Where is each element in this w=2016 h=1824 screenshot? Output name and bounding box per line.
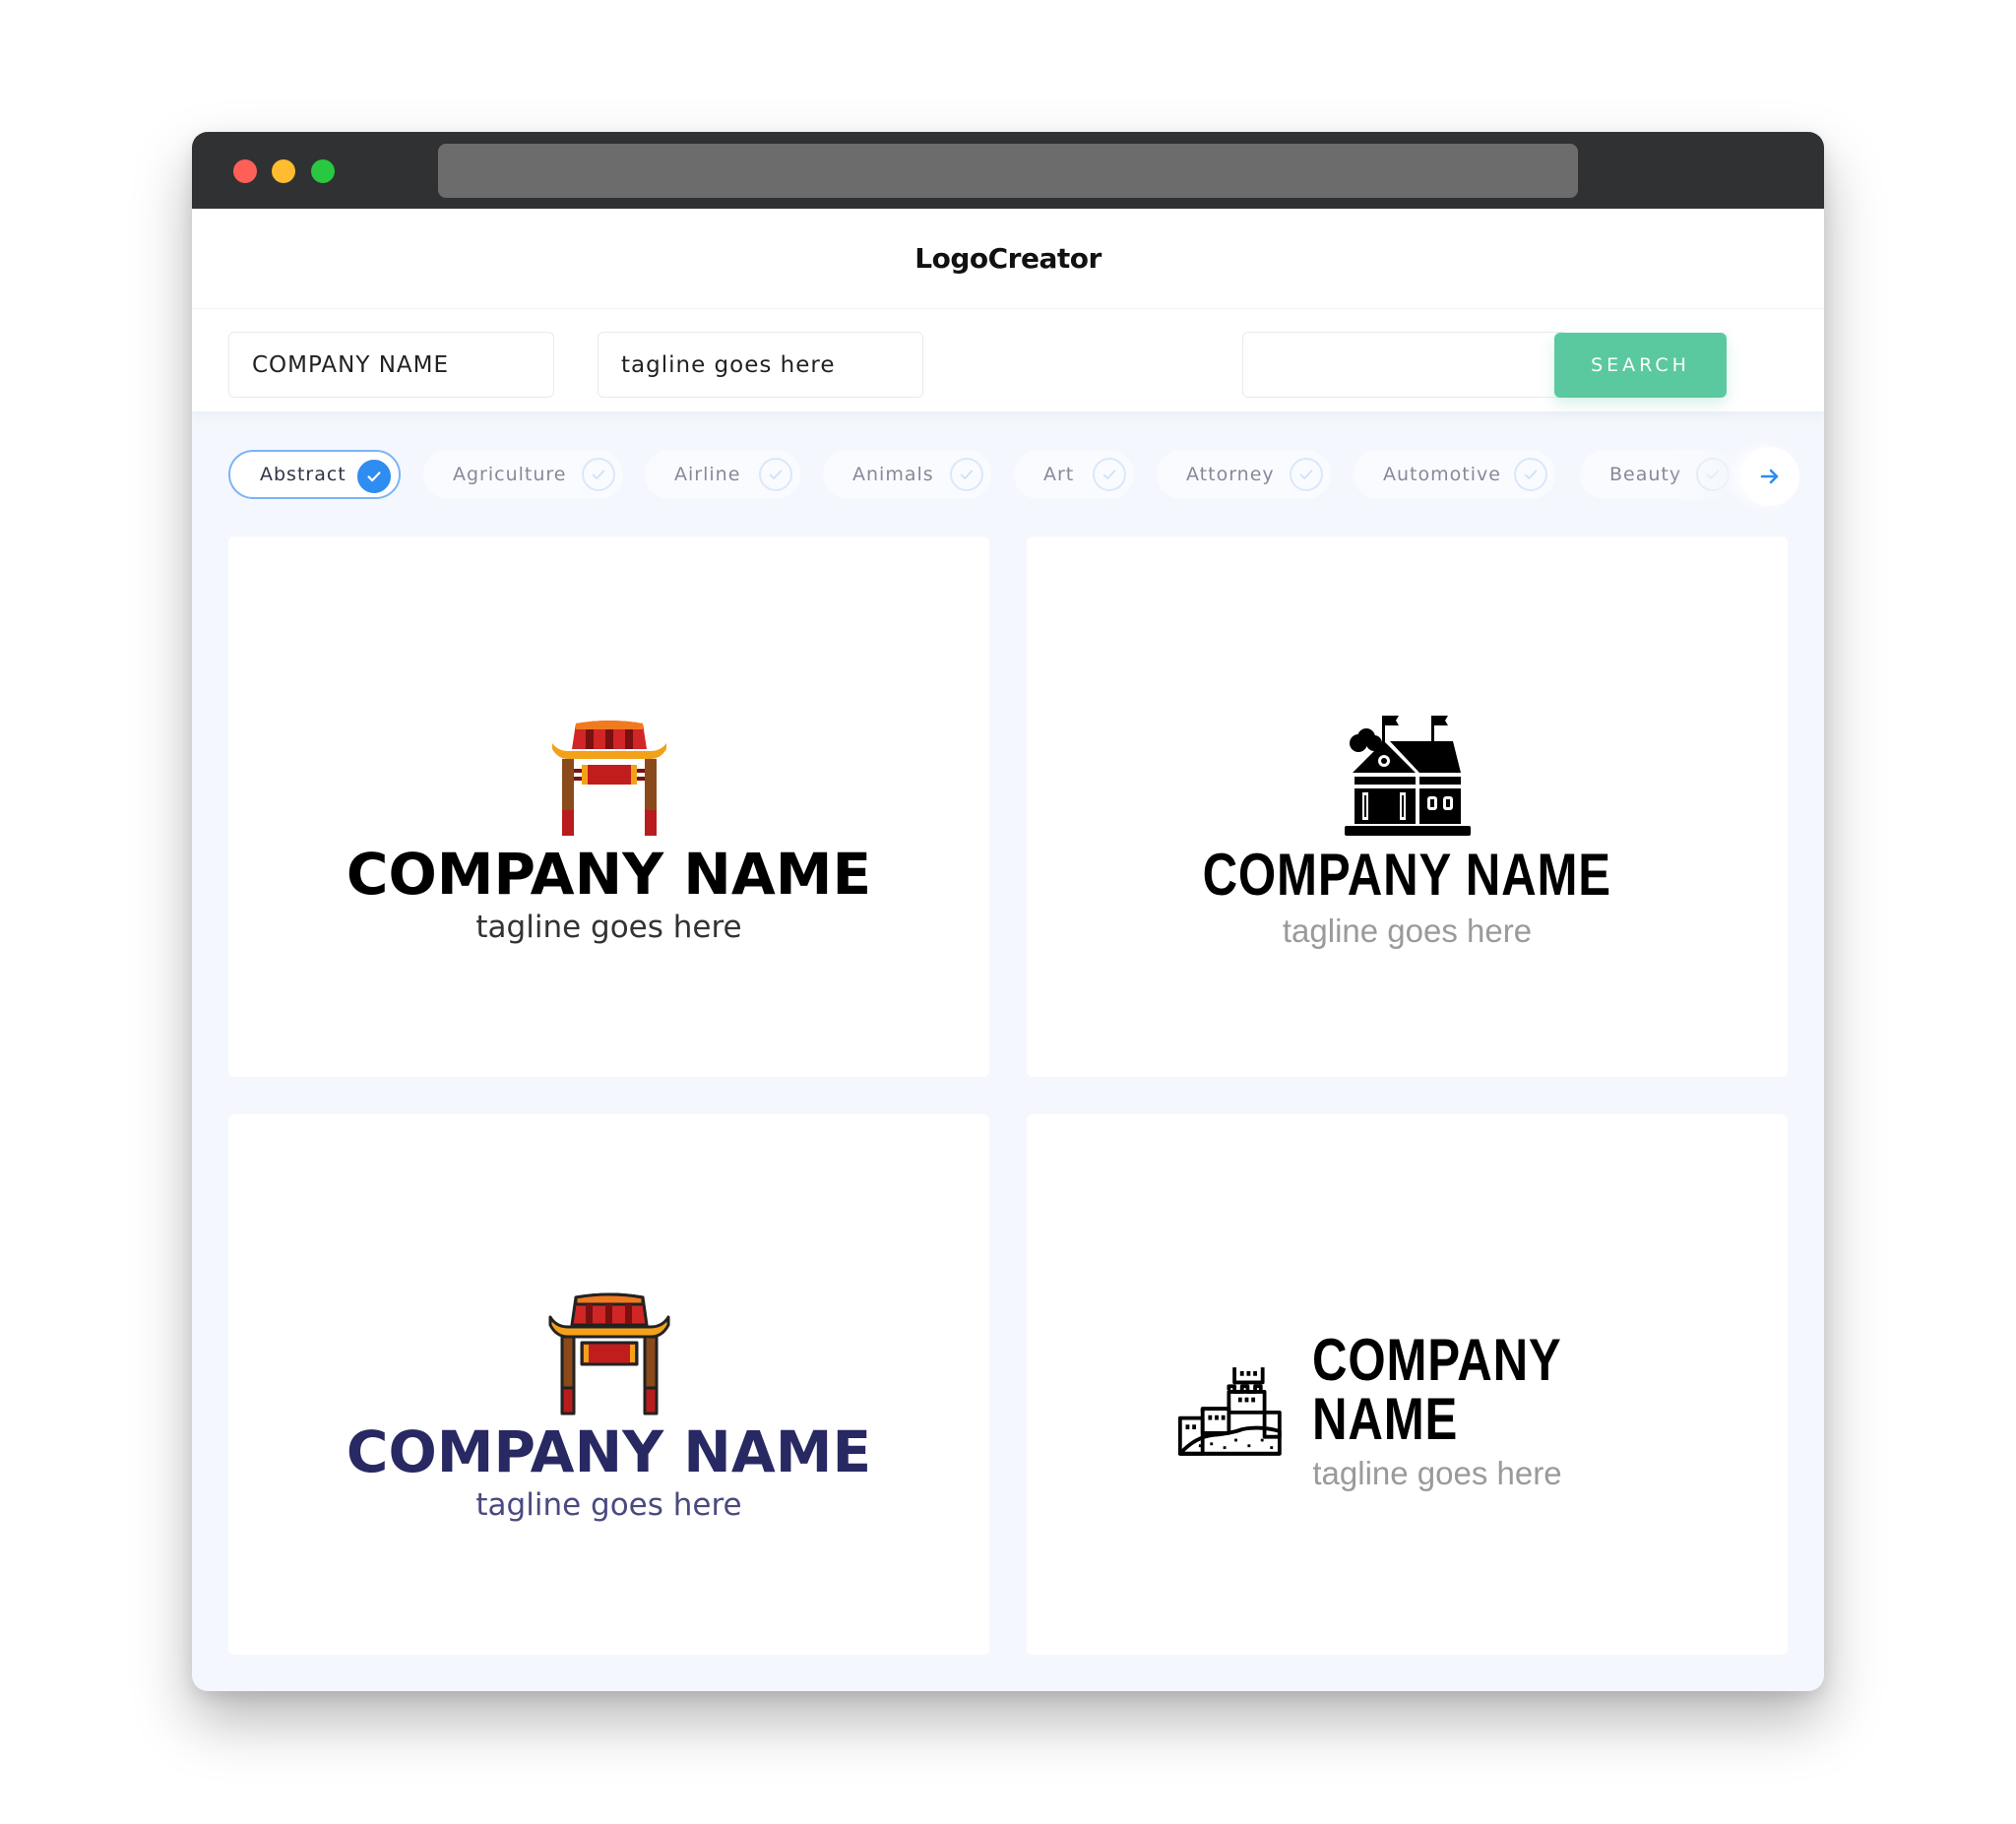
search-button[interactable]: SEARCH bbox=[1554, 333, 1727, 398]
chip-label: Agriculture bbox=[453, 464, 567, 485]
category-chip-abstract[interactable]: Abstract bbox=[228, 450, 401, 499]
logo-card[interactable]: COMPANY NAME tagline goes here bbox=[228, 536, 989, 1077]
browser-titlebar bbox=[192, 132, 1824, 209]
category-chip-airline[interactable]: Airline bbox=[645, 450, 800, 499]
company-name-input[interactable]: COMPANY NAME bbox=[228, 332, 554, 398]
tagline-text: tagline goes here bbox=[475, 910, 742, 945]
chinese-gate-icon bbox=[551, 721, 666, 836]
check-icon bbox=[1290, 458, 1323, 491]
logo-card[interactable]: COMPANY NAME tagline goes here bbox=[1027, 536, 1788, 1077]
tagline-text: tagline goes here bbox=[1282, 912, 1533, 949]
company-name-text: COMPANY NAME bbox=[346, 1418, 872, 1485]
chip-scroll-fade bbox=[1669, 445, 1747, 504]
check-icon bbox=[1093, 458, 1126, 491]
company-name-text: COMPANY NAME bbox=[346, 841, 872, 908]
check-icon bbox=[357, 460, 391, 493]
address-bar[interactable] bbox=[438, 144, 1578, 198]
category-chip-automotive[interactable]: Automotive bbox=[1354, 450, 1555, 499]
category-filter: Abstract Agriculture Airline Animals Art… bbox=[228, 450, 1794, 499]
category-chip-attorney[interactable]: Attorney bbox=[1157, 450, 1331, 499]
company-name-text: COMPANY NAME bbox=[1202, 842, 1612, 908]
logo-card[interactable]: COMPANY NAME tagline goes here bbox=[228, 1114, 989, 1655]
company-name-text: COMPANY NAME bbox=[1312, 1327, 1562, 1452]
category-chip-art[interactable]: Art bbox=[1014, 450, 1134, 499]
tagline-input[interactable]: tagline goes here bbox=[598, 332, 923, 398]
browser-window: LogoCreator COMPANY NAME tagline goes he… bbox=[192, 132, 1824, 1691]
chip-label: Automotive bbox=[1383, 464, 1501, 485]
check-icon bbox=[582, 458, 615, 491]
logo-card[interactable]: COMPANY NAME tagline goes here bbox=[1027, 1114, 1788, 1655]
school-building-icon bbox=[1344, 716, 1471, 836]
keyword-input[interactable] bbox=[1242, 332, 1568, 398]
category-chip-animals[interactable]: Animals bbox=[823, 450, 991, 499]
tagline-text: tagline goes here bbox=[475, 1487, 742, 1523]
next-categories-button[interactable] bbox=[1740, 447, 1799, 506]
chip-label: Airline bbox=[674, 464, 741, 485]
chinese-gate-outline-icon bbox=[548, 1292, 669, 1415]
chip-label: Animals bbox=[852, 464, 934, 485]
check-icon bbox=[950, 458, 983, 491]
close-window-button[interactable] bbox=[233, 159, 257, 183]
category-chip-agriculture[interactable]: Agriculture bbox=[423, 450, 623, 499]
search-bar: COMPANY NAME tagline goes here SEARCH bbox=[192, 308, 1824, 411]
chip-label: Art bbox=[1043, 464, 1075, 485]
minimize-window-button[interactable] bbox=[272, 159, 295, 183]
logo-inline: COMPANY NAME tagline goes here bbox=[1176, 1331, 1788, 1489]
check-icon bbox=[1514, 458, 1547, 491]
chip-label: Attorney bbox=[1186, 464, 1275, 485]
arrow-right-icon bbox=[1760, 469, 1779, 484]
maximize-window-button[interactable] bbox=[311, 159, 335, 183]
tagline-text: tagline goes here bbox=[1312, 1455, 1562, 1491]
app-header: LogoCreator bbox=[192, 209, 1824, 308]
brand-logo[interactable]: LogoCreator bbox=[914, 242, 1102, 275]
chip-label: Abstract bbox=[260, 464, 346, 485]
great-wall-icon bbox=[1177, 1366, 1282, 1456]
check-icon bbox=[759, 458, 792, 491]
